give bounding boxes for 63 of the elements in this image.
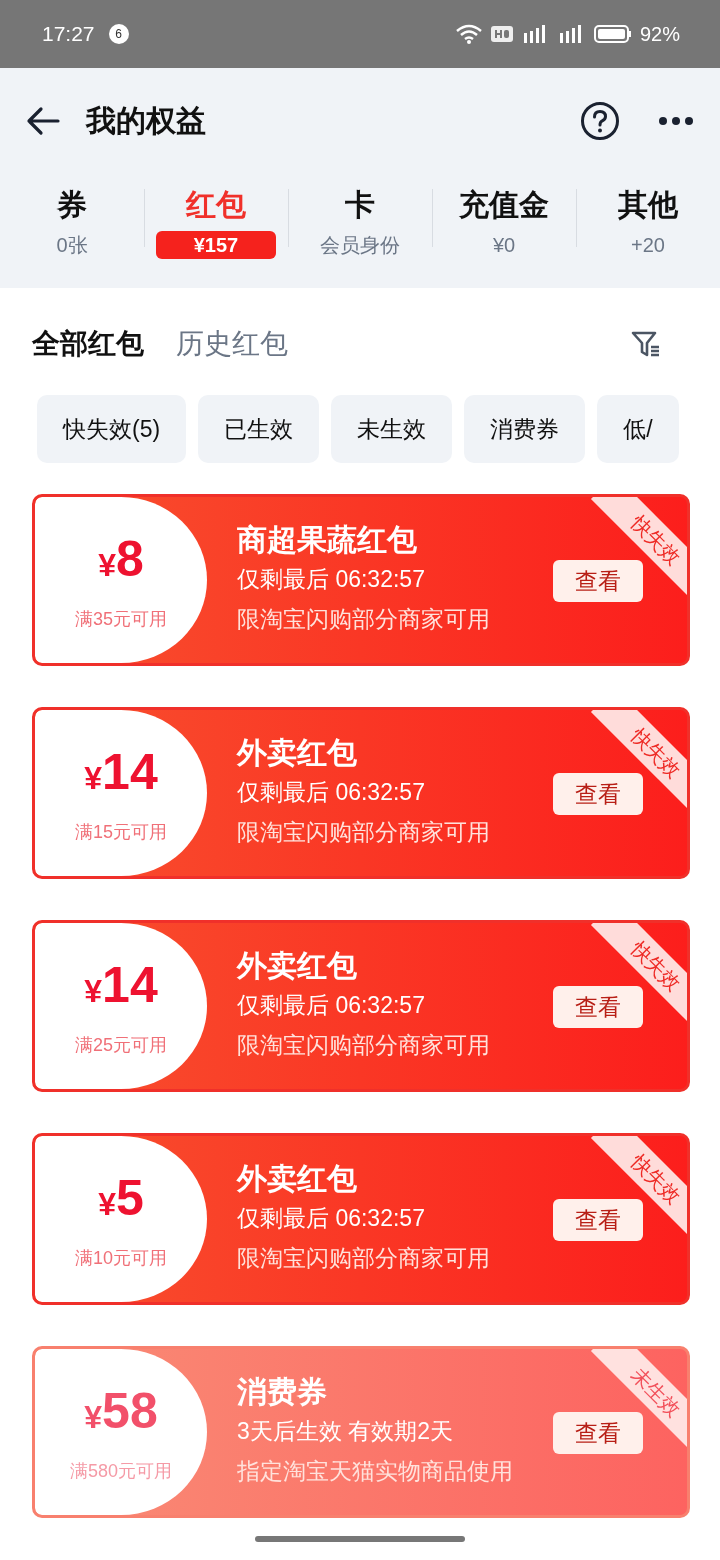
coupon-condition: 满35元可用	[75, 608, 167, 631]
coupon-validity: 仅剩最后 06:32:57	[237, 565, 426, 594]
coupon-amount: ¥8	[98, 530, 144, 589]
coupon-scope: 指定淘宝天猫实物商品使用	[237, 1457, 513, 1486]
filter-chip[interactable]: 已生效	[198, 395, 320, 463]
coupon-scope: 限淘宝闪购部分商家可用	[237, 1031, 490, 1060]
coupon-validity: 仅剩最后 06:32:57	[237, 778, 426, 807]
view-button[interactable]: 查看	[553, 560, 643, 602]
tab[interactable]: 全部红包	[32, 325, 144, 363]
filter-chip[interactable]: 未生效	[331, 395, 453, 463]
filter-chip[interactable]: 消费券	[464, 395, 586, 463]
coupon-validity: 3天后生效 有效期2天	[237, 1417, 454, 1446]
battery-level: 92%	[639, 22, 680, 46]
notification-badge: 6	[108, 24, 129, 44]
coupon-amount: ¥14	[84, 743, 158, 802]
back-icon[interactable]	[26, 106, 60, 136]
view-button[interactable]: 查看	[553, 1199, 643, 1241]
hd-icon	[489, 24, 514, 44]
tab[interactable]: 历史红包	[176, 325, 288, 363]
category-value: 会员身份	[320, 233, 400, 258]
coupon-validity: 仅剩最后 06:32:57	[237, 1204, 426, 1233]
filter-chip[interactable]: 快失效(5)	[37, 395, 187, 463]
category-tab[interactable]: 充值金	[459, 185, 549, 225]
category-tab[interactable]: 券	[57, 185, 87, 225]
coupon-amount: ¥5	[98, 1169, 144, 1228]
coupon-card[interactable]: ¥8 满35元可用 商超果蔬红包 仅剩最后 06:32:57 限淘宝闪购部分商家可用 查看 快失效	[32, 494, 690, 666]
coupon-amount: ¥14	[84, 956, 158, 1015]
view-button[interactable]: 查看	[553, 773, 643, 815]
category-tab[interactable]: 红包	[186, 185, 246, 225]
filter-chip[interactable]: 低/	[597, 395, 679, 463]
coupon-condition: 满25元可用	[75, 1034, 167, 1057]
category-tab[interactable]: 卡	[345, 185, 375, 225]
category-tab[interactable]: 其他	[618, 185, 678, 225]
coupon-title: 外卖红包	[237, 948, 358, 984]
amount-badge: ¥157	[156, 231, 276, 259]
help-icon[interactable]	[580, 101, 620, 141]
view-button[interactable]: 查看	[553, 986, 643, 1028]
coupon-card[interactable]: ¥14 满25元可用 外卖红包 仅剩最后 06:32:57 限淘宝闪购部分商家可用 查看 快失效	[32, 920, 690, 1092]
filter-icon[interactable]	[630, 329, 660, 359]
coupon-validity: 仅剩最后 06:32:57	[237, 991, 426, 1020]
coupon-card[interactable]: ¥14 满15元可用 外卖红包 仅剩最后 06:32:57 限淘宝闪购部分商家可用 查看 快失效	[32, 707, 690, 879]
coupon-title: 消费券	[237, 1374, 328, 1410]
more-icon[interactable]	[658, 116, 694, 126]
coupon-amount: ¥58	[84, 1382, 158, 1441]
coupon-card[interactable]: ¥5 满10元可用 外卖红包 仅剩最后 06:32:57 限淘宝闪购部分商家可用 查看 快失效	[32, 1133, 690, 1305]
coupon-condition: 满580元可用	[69, 1460, 172, 1483]
coupon-condition: 满10元可用	[75, 1247, 167, 1270]
clock: 17:27	[42, 22, 95, 46]
category-value: +20	[631, 233, 665, 258]
coupon-scope: 限淘宝闪购部分商家可用	[237, 605, 490, 634]
coupon-card[interactable]: ¥58 满580元可用 消费券 3天后生效 有效期2天 指定淘宝天猫实物商品使用 查看 未生效	[32, 1346, 690, 1518]
coupon-title: 外卖红包	[237, 1161, 358, 1197]
page-title: 我的权益	[86, 102, 206, 139]
category-value: ¥0	[492, 233, 516, 258]
battery-icon	[593, 24, 632, 44]
category-value: 0张	[56, 233, 88, 258]
view-button[interactable]: 查看	[553, 1412, 643, 1454]
coupon-scope: 限淘宝闪购部分商家可用	[237, 1244, 490, 1273]
coupon-title: 商超果蔬红包	[237, 522, 418, 558]
coupon-condition: 满15元可用	[75, 821, 167, 844]
coupon-title: 外卖红包	[237, 735, 358, 771]
coupon-scope: 限淘宝闪购部分商家可用	[237, 818, 490, 847]
wifi-icon	[455, 24, 482, 44]
